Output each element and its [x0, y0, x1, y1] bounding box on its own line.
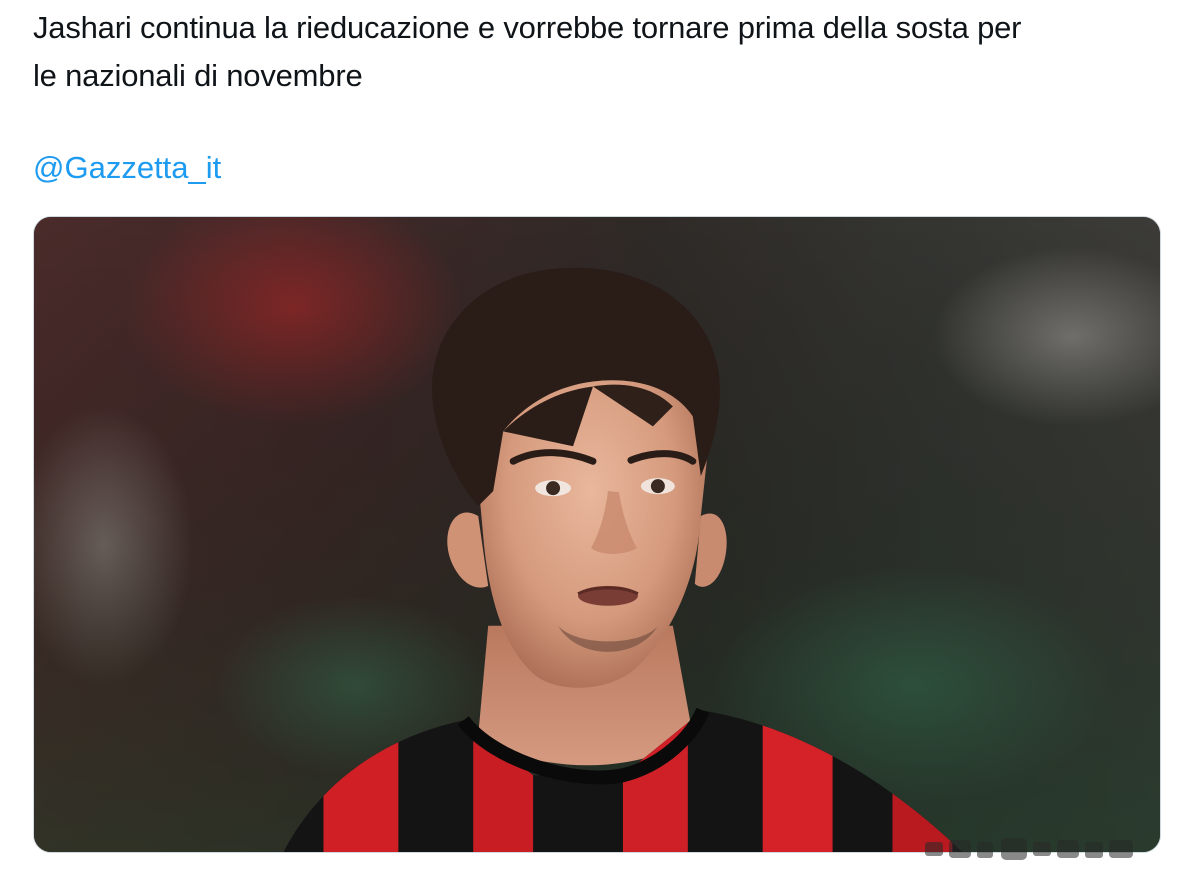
- tweet-photo[interactable]: [33, 216, 1161, 853]
- tweet-text-line-2: le nazionali di novembre: [33, 58, 363, 93]
- tweet-text: Jashari continua la rieducazione e vorre…: [33, 4, 1168, 100]
- mention-link[interactable]: @Gazzetta_it: [33, 144, 221, 192]
- tweet: Jashari continua la rieducazione e vorre…: [0, 0, 1196, 894]
- tweet-text-line-1: Jashari continua la rieducazione e vorre…: [33, 10, 1022, 45]
- player-photo: [34, 217, 1160, 852]
